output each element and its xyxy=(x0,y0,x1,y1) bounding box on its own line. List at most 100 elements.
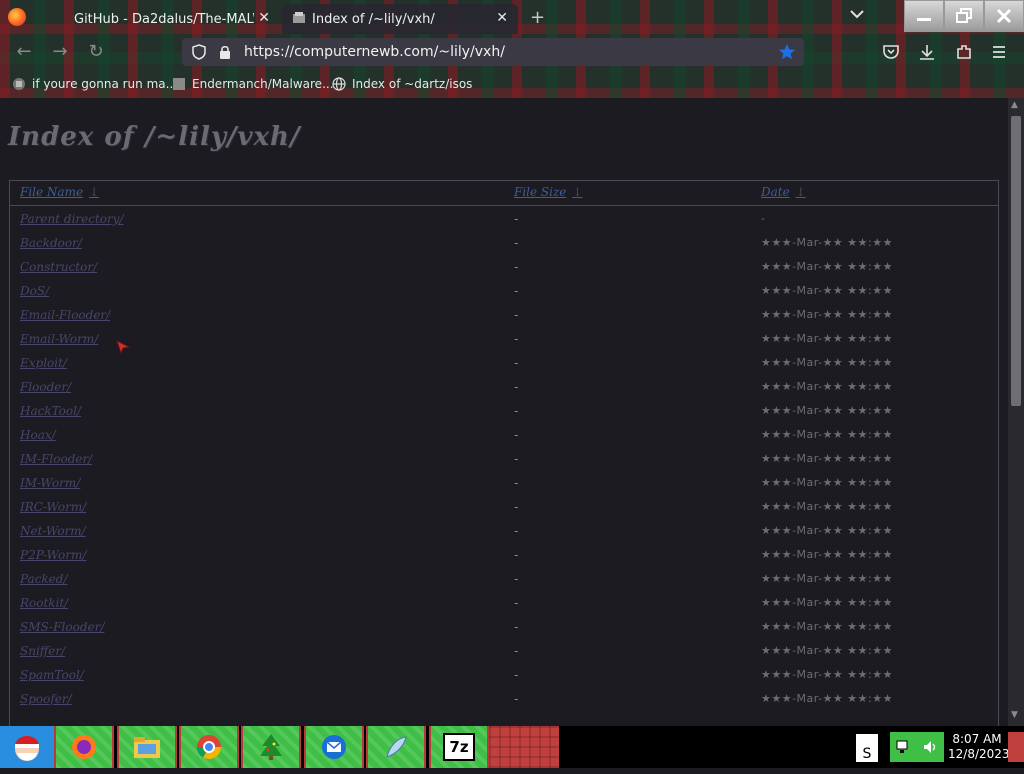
table-row: Flooder/ - ★★★-Mar-★★ ★★:★★ xyxy=(10,377,998,399)
file-date: ★★★-Mar-★★ ★★:★★ xyxy=(761,356,893,369)
directory-link[interactable]: SMS-Flooder/ xyxy=(20,620,104,634)
vertical-scrollbar[interactable]: ▲ ▼ xyxy=(1008,98,1024,726)
directory-link[interactable]: Spoofer/ xyxy=(20,692,72,706)
minimize-button[interactable] xyxy=(904,0,944,32)
file-size: - xyxy=(514,524,519,538)
network-icon[interactable] xyxy=(896,739,910,755)
search-tray-button[interactable]: S xyxy=(856,734,878,762)
scroll-up-arrow-icon[interactable]: ▲ xyxy=(1011,100,1018,110)
lock-icon[interactable] xyxy=(218,44,232,60)
hamburger-menu-icon[interactable] xyxy=(990,43,1008,61)
directory-link[interactable]: SpamTool/ xyxy=(20,668,84,682)
system-tray[interactable] xyxy=(890,732,944,762)
minimize-icon xyxy=(917,18,931,21)
column-header-label: File Name xyxy=(20,185,84,199)
browser-chrome: GitHub - Da2dalus/The-MALWARE ✕ Index of… xyxy=(0,0,1024,98)
taskbar-firefox-button[interactable] xyxy=(54,726,114,768)
bookmark-favicon-icon xyxy=(173,78,185,90)
bookmark-item[interactable]: if youre gonna run ma... xyxy=(12,75,177,93)
start-button[interactable] xyxy=(0,726,54,768)
file-size: - xyxy=(514,500,519,514)
taskbar-chrome-button[interactable] xyxy=(179,726,239,768)
directory-link[interactable]: DoS/ xyxy=(20,284,49,298)
taskbar-file-explorer-button[interactable] xyxy=(117,726,177,768)
table-row: Backdoor/ - ★★★-Mar-★★ ★★:★★ xyxy=(10,233,998,255)
list-tabs-icon[interactable] xyxy=(850,9,864,19)
directory-link[interactable]: Packed/ xyxy=(20,572,68,586)
taskbar-christmas-tree-button[interactable] xyxy=(241,726,301,768)
tab-index-of-vxh[interactable]: Index of /~lily/vxh/ ✕ xyxy=(282,4,518,34)
firefox-menu-icon[interactable] xyxy=(8,8,26,26)
bookmark-label: Index of ~dartz/isos xyxy=(352,77,473,91)
column-header-file-name[interactable]: File Name ↓ xyxy=(20,185,99,203)
directory-link[interactable]: Rootkit/ xyxy=(20,596,68,610)
file-explorer-icon xyxy=(134,737,160,758)
bookmark-item[interactable]: Index of ~dartz/isos xyxy=(332,75,472,93)
url-bar[interactable]: https://computernewb.com/~lily/vxh/ xyxy=(182,38,804,66)
close-tab-icon[interactable]: ✕ xyxy=(496,10,508,26)
file-size: - xyxy=(514,380,519,394)
file-date: ★★★-Mar-★★ ★★:★★ xyxy=(761,596,893,609)
taskbar-thunderbird-button[interactable] xyxy=(304,726,364,768)
file-date: ★★★-Mar-★★ ★★:★★ xyxy=(761,380,893,393)
file-date: ★★★-Mar-★★ ★★:★★ xyxy=(761,284,893,297)
back-button[interactable]: ← xyxy=(14,42,34,62)
taskbar-feather-app-button[interactable] xyxy=(366,726,426,768)
table-row: IRC-Worm/ - ★★★-Mar-★★ ★★:★★ xyxy=(10,497,998,519)
file-date: ★★★-Mar-★★ ★★:★★ xyxy=(761,428,893,441)
shield-icon[interactable] xyxy=(192,44,206,60)
pocket-icon[interactable] xyxy=(882,43,900,61)
table-row: Email-Worm/ - ★★★-Mar-★★ ★★:★★ xyxy=(10,329,998,351)
download-icon[interactable] xyxy=(918,43,936,61)
scrollbar-thumb[interactable] xyxy=(1011,116,1021,406)
file-date: ★★★-Mar-★★ ★★:★★ xyxy=(761,572,893,585)
file-date: ★★★-Mar-★★ ★★:★★ xyxy=(761,620,893,633)
taskbar: 7z S 8:07 AM 12/8/2023 xyxy=(0,726,1024,768)
directory-link[interactable]: Flooder/ xyxy=(20,380,71,394)
directory-link[interactable]: Email-Flooder/ xyxy=(20,308,110,322)
file-size: - xyxy=(514,620,519,634)
directory-link[interactable]: IRC-Worm/ xyxy=(20,500,86,514)
column-header-date[interactable]: Date ↓ xyxy=(761,185,806,203)
header-divider xyxy=(10,205,998,206)
directory-link[interactable]: IM-Flooder/ xyxy=(20,452,92,466)
system-clock[interactable]: 8:07 AM 12/8/2023 xyxy=(948,732,1010,762)
directory-link[interactable]: Sniffer/ xyxy=(20,644,65,658)
directory-link[interactable]: Exploit/ xyxy=(20,356,67,370)
table-row: Spoofer/ - ★★★-Mar-★★ ★★:★★ xyxy=(10,689,998,711)
extensions-icon[interactable] xyxy=(955,43,973,61)
table-row: Exploit/ - ★★★-Mar-★★ ★★:★★ xyxy=(10,353,998,375)
tab-github[interactable]: GitHub - Da2dalus/The-MALWARE ✕ xyxy=(40,4,280,34)
show-desktop-button[interactable] xyxy=(1008,732,1024,762)
directory-link[interactable]: Backdoor/ xyxy=(20,236,82,250)
new-tab-button[interactable]: + xyxy=(530,7,545,28)
file-size: - xyxy=(514,644,519,658)
volume-icon[interactable] xyxy=(922,739,938,755)
restore-button[interactable] xyxy=(944,0,984,32)
file-date: ★★★-Mar-★★ ★★:★★ xyxy=(761,500,893,513)
forward-button[interactable]: → xyxy=(50,42,70,62)
directory-link[interactable]: Hoax/ xyxy=(20,428,56,442)
file-date: ★★★-Mar-★★ ★★:★★ xyxy=(761,644,893,657)
directory-link[interactable]: Parent directory/ xyxy=(20,212,124,226)
directory-link[interactable]: Constructor/ xyxy=(20,260,97,274)
page-title: Index of /~lily/vxh/ xyxy=(8,122,301,152)
file-date: ★★★-Mar-★★ ★★:★★ xyxy=(761,668,893,681)
column-header-file-size[interactable]: File Size ↓ xyxy=(514,185,582,203)
file-size: - xyxy=(514,308,519,322)
directory-link[interactable]: Net-Worm/ xyxy=(20,524,86,538)
reload-button[interactable]: ↻ xyxy=(86,42,106,62)
close-tab-icon[interactable]: ✕ xyxy=(258,10,270,26)
bookmark-star-icon[interactable] xyxy=(778,43,796,61)
directory-link[interactable]: IM-Worm/ xyxy=(20,476,80,490)
mouse-cursor-icon xyxy=(116,340,130,354)
directory-link[interactable]: HackTool/ xyxy=(20,404,81,418)
taskbar-7zip-button[interactable]: 7z xyxy=(429,726,489,768)
close-window-button[interactable] xyxy=(984,0,1024,32)
directory-link[interactable]: P2P-Worm/ xyxy=(20,548,86,562)
scroll-down-arrow-icon[interactable]: ▼ xyxy=(1011,710,1018,720)
thunderbird-icon xyxy=(322,735,346,759)
file-date: ★★★-Mar-★★ ★★:★★ xyxy=(761,452,893,465)
bookmark-item[interactable]: Endermanch/Malware... xyxy=(172,75,334,93)
directory-link[interactable]: Email-Worm/ xyxy=(20,332,98,346)
